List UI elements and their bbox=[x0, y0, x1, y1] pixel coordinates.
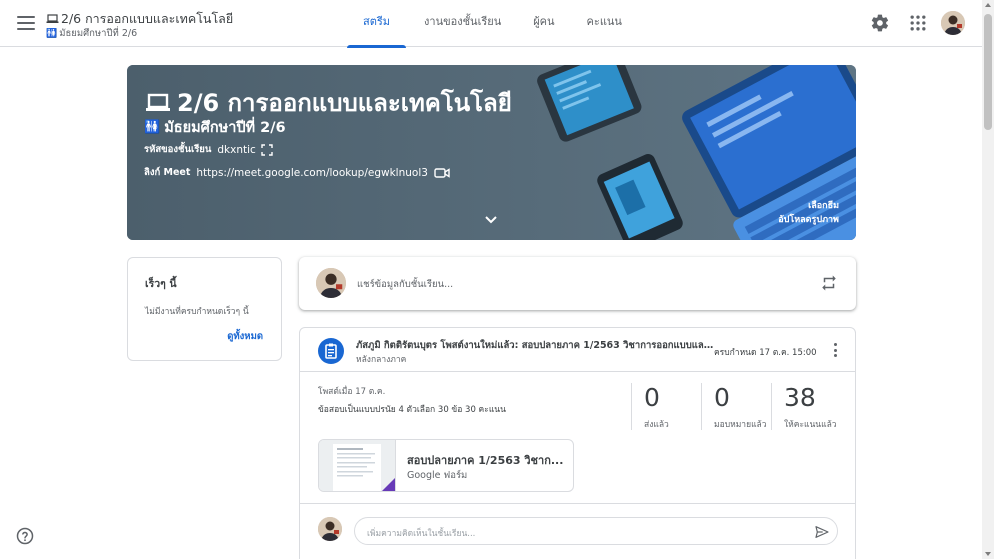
more-vert-icon[interactable] bbox=[832, 342, 838, 358]
upload-photo-button[interactable]: อัปโหลดรูปภาพ bbox=[778, 213, 839, 227]
apps-grid-icon[interactable] bbox=[908, 13, 928, 33]
comment-input[interactable]: เพิ่มความคิดเห็นในชั้นเรียน... bbox=[354, 517, 838, 545]
class-code-label: รหัสของชั้นเรียน bbox=[144, 144, 212, 155]
attachment-title: สอบปลายภาค 1/2563 วิชาก... bbox=[407, 454, 564, 467]
meet-label: ลิงก์ Meet bbox=[144, 167, 191, 178]
avatar bbox=[318, 517, 342, 541]
banner-section: 🚻 มัธยมศึกษาปีที่ 2/6 bbox=[144, 120, 286, 136]
laptop-icon bbox=[146, 93, 170, 111]
scroll-down-arrow-icon[interactable] bbox=[985, 552, 991, 556]
scroll-thumb[interactable] bbox=[984, 14, 992, 130]
upcoming-title: เร็วๆ นี้ bbox=[145, 278, 177, 290]
upcoming-card: เร็วๆ นี้ ไม่มีงานที่ครบกำหนดเร็วๆ นี้ ด… bbox=[127, 257, 282, 361]
attachment-card[interactable]: สอบปลายภาค 1/2563 วิชาก... Google ฟอร์ม bbox=[318, 439, 574, 492]
class-banner: 2/6 การออกแบบและเทคโนโลยี 🚻 มัธยมศึกษาปีท… bbox=[127, 65, 856, 240]
post-description: ข้อสอบเป็นแบบปรนัย 4 ตัวเลือก 30 ข้อ 30 … bbox=[318, 405, 506, 415]
fullscreen-icon[interactable] bbox=[261, 143, 273, 156]
form-thumbnail bbox=[319, 440, 396, 491]
post-header[interactable]: ภัสภูมิ กิตติรัตนบุตร โพสต์งานใหม่แล้ว: … bbox=[300, 328, 855, 372]
share-box[interactable]: แชร์ข้อมูลกับชั้นเรียน... bbox=[299, 257, 856, 310]
meet-link-row: ลิงก์ Meet https://meet.google.com/looku… bbox=[144, 165, 450, 180]
menu-icon[interactable] bbox=[15, 12, 37, 34]
comment-placeholder: เพิ่มความคิดเห็นในชั้นเรียน... bbox=[367, 529, 476, 539]
people-icon: 🚻 bbox=[144, 120, 161, 135]
posted-date: โพสต์เมื่อ 17 ต.ค. bbox=[318, 387, 386, 397]
tab-classwork[interactable]: งานของชั้นเรียน bbox=[408, 0, 517, 47]
share-placeholder[interactable]: แชร์ข้อมูลกับชั้นเรียน... bbox=[357, 277, 453, 292]
post-due-date: ครบกำหนด 17 ต.ค. 15:00 bbox=[714, 348, 817, 358]
class-code-row: รหัสของชั้นเรียน dkxntic bbox=[144, 142, 273, 157]
top-app-bar: 2/6 การออกแบบและเทคโนโลยี 🚻 มัธยมศึกษาปี… bbox=[0, 0, 982, 48]
chevron-down-icon[interactable] bbox=[484, 215, 498, 225]
stat-turned-in[interactable]: 0 ส่งแล้ว bbox=[631, 383, 701, 430]
post-title[interactable]: ภัสภูมิ กิตติรัตนบุตร โพสต์งานใหม่แล้ว: … bbox=[356, 338, 714, 353]
meet-url[interactable]: https://meet.google.com/lookup/egwklnuol… bbox=[196, 167, 428, 179]
main-tabs: สตรีม งานของชั้นเรียน ผู้คน คะแนน bbox=[347, 0, 638, 48]
post-topic: หลังกลางภาค bbox=[356, 355, 407, 365]
tab-people[interactable]: ผู้คน bbox=[517, 0, 570, 47]
account-avatar[interactable] bbox=[941, 11, 965, 35]
avatar-photo bbox=[318, 517, 342, 541]
gear-icon[interactable] bbox=[870, 13, 890, 33]
comment-row: เพิ่มความคิดเห็นในชั้นเรียน... bbox=[300, 503, 855, 555]
assignment-icon bbox=[318, 338, 344, 364]
send-icon[interactable] bbox=[814, 524, 830, 540]
assignment-stats: 0 ส่งแล้ว 0 มอบหมายแล้ว 38 ให้คะแนนแล้ว bbox=[631, 383, 849, 430]
stat-graded[interactable]: 38 ให้คะแนนแล้ว bbox=[771, 383, 849, 430]
page-scrollbar[interactable] bbox=[982, 0, 994, 559]
avatar bbox=[316, 268, 346, 298]
tab-stream[interactable]: สตรีม bbox=[347, 0, 407, 48]
avatar-photo bbox=[941, 11, 965, 35]
avatar-photo bbox=[316, 268, 346, 298]
stat-assigned[interactable]: 0 มอบหมายแล้ว bbox=[701, 383, 771, 430]
tab-grades[interactable]: คะแนน bbox=[571, 0, 638, 47]
class-subtitle: 🚻 มัธยมศึกษาปีที่ 2/6 bbox=[46, 28, 138, 39]
video-camera-icon[interactable] bbox=[434, 167, 450, 179]
repost-icon[interactable] bbox=[820, 274, 838, 292]
view-all-link[interactable]: ดูทั้งหมด bbox=[227, 329, 263, 344]
class-code-value: dkxntic bbox=[217, 143, 256, 156]
select-theme-button[interactable]: เลือกธีม bbox=[778, 199, 839, 213]
banner-actions: เลือกธีม อัปโหลดรูปภาพ bbox=[778, 199, 839, 227]
scroll-up-arrow-icon[interactable] bbox=[985, 3, 991, 7]
assignment-post: ภัสภูมิ กิตติรัตนบุตร โพสต์งานใหม่แล้ว: … bbox=[299, 327, 856, 559]
people-icon: 🚻 bbox=[46, 29, 57, 39]
attachment-type: Google ฟอร์ม bbox=[407, 470, 468, 481]
help-icon[interactable] bbox=[16, 527, 34, 545]
laptop-icon bbox=[46, 14, 59, 23]
upcoming-empty-text: ไม่มีงานที่ครบกำหนดเร็วๆ นี้ bbox=[145, 307, 249, 317]
